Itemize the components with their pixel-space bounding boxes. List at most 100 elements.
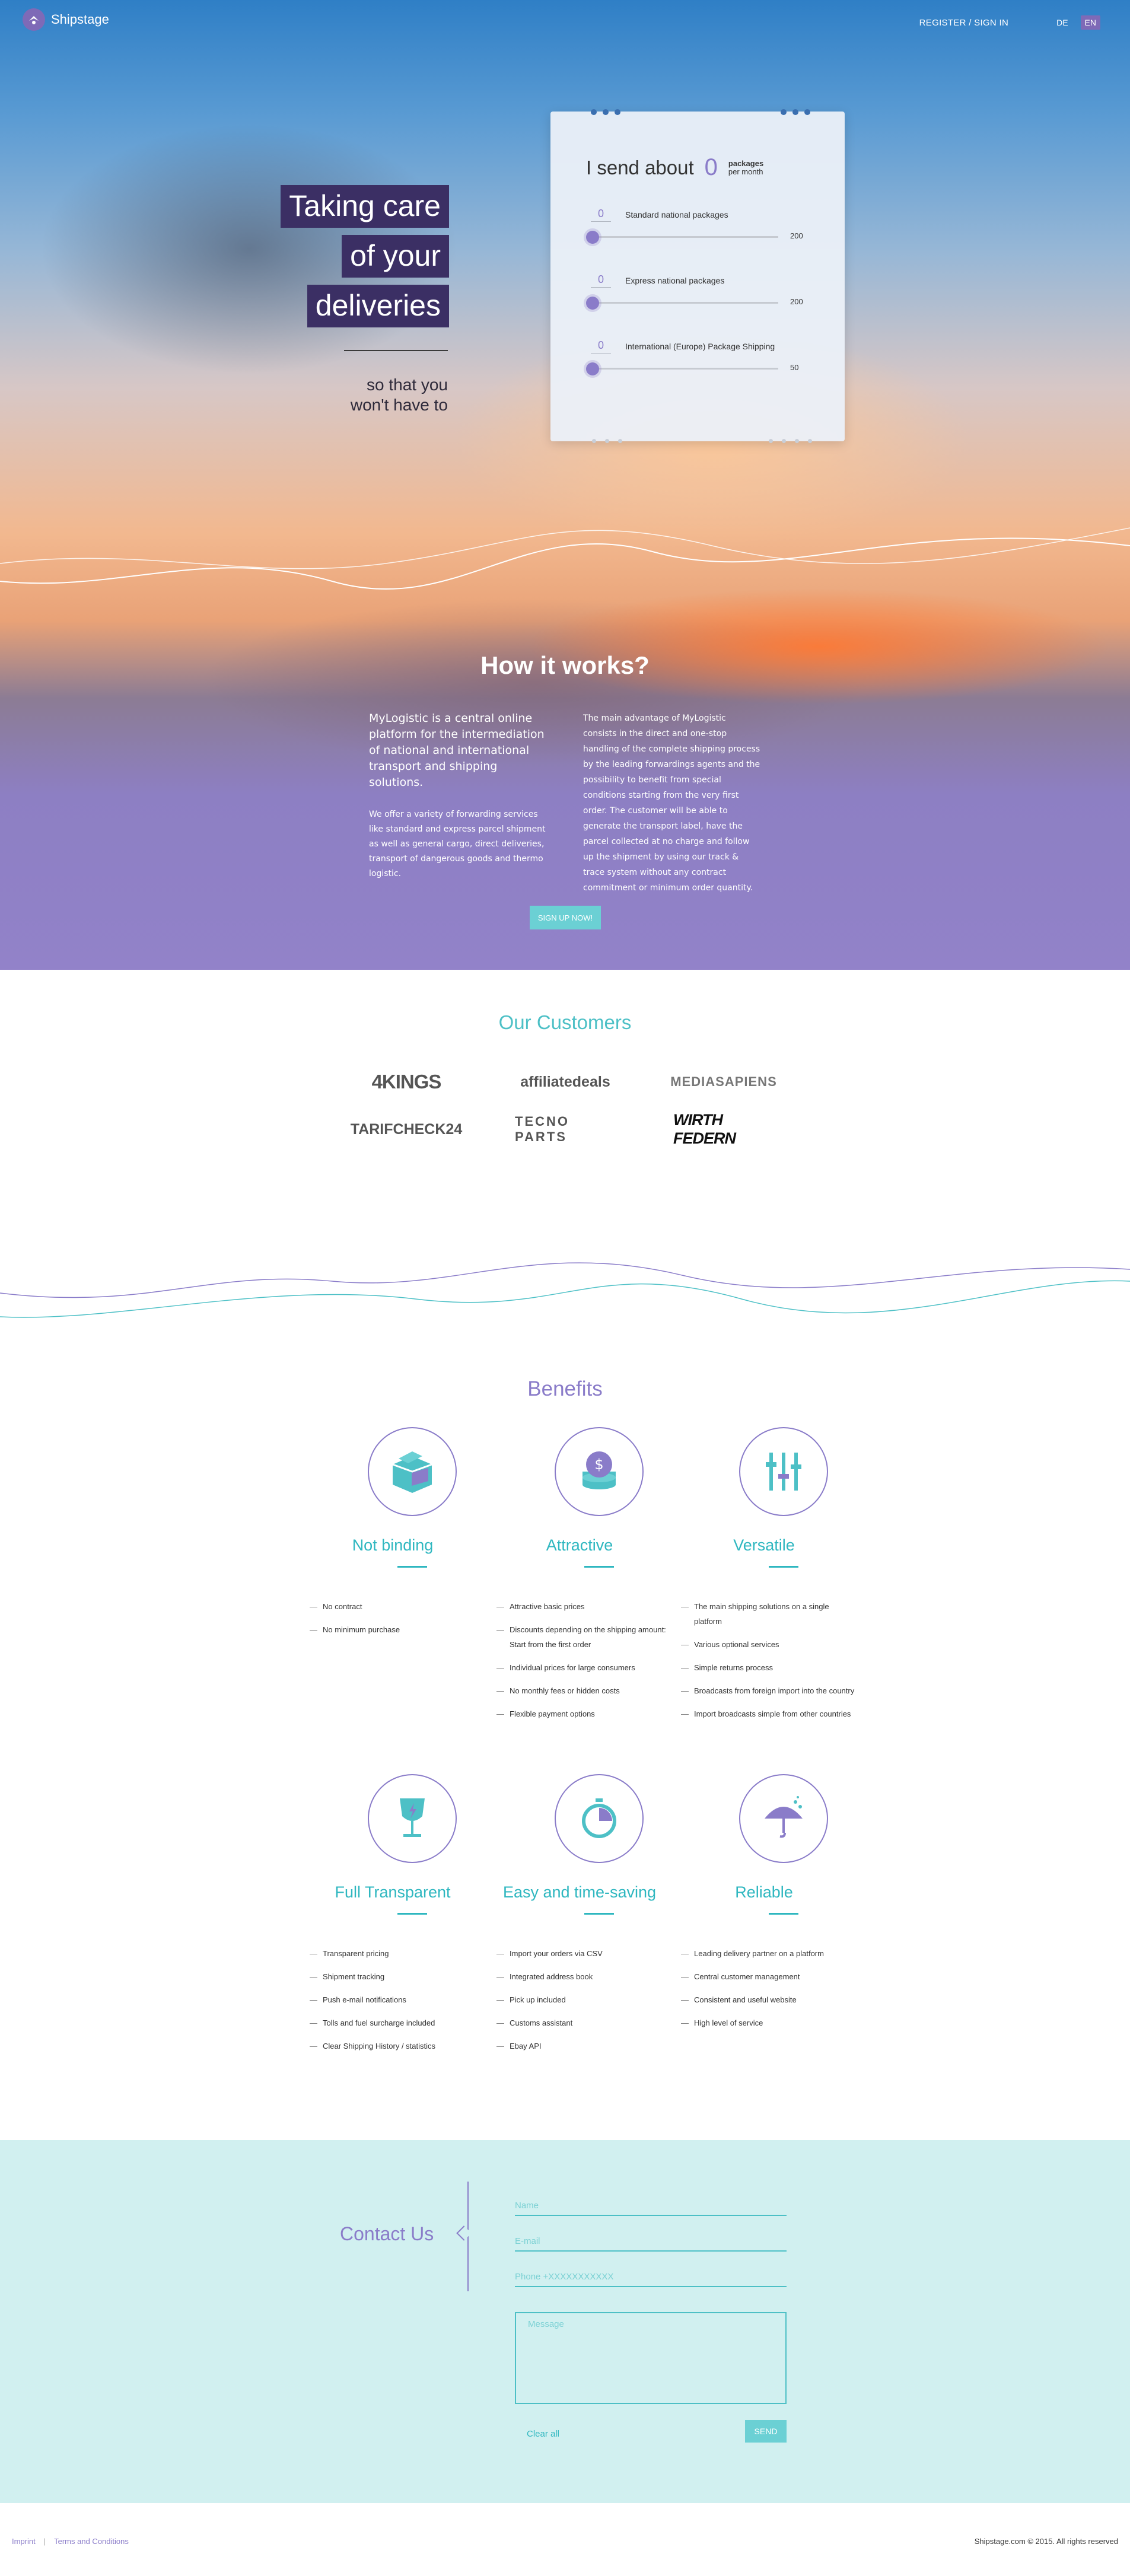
slider-track[interactable] (586, 231, 778, 244)
hero-wave-lines (0, 527, 1130, 590)
list-item: Ebay API (496, 2039, 674, 2053)
list-item: Import your orders via CSV (496, 1946, 674, 1961)
site-logo[interactable]: Shipstage (23, 8, 109, 31)
slider-knob[interactable] (586, 297, 599, 310)
list-item: Push e-mail notifications (310, 1992, 488, 2007)
how-left-paragraph: We offer a variety of forwarding service… (369, 810, 546, 878)
tagline-line-3: deliveries (307, 285, 449, 327)
terms-link[interactable]: Terms and Conditions (54, 2537, 129, 2546)
lang-de[interactable]: DE (1052, 15, 1072, 30)
copyright: Shipstage.com © 2015. All rights reserve… (974, 2537, 1118, 2546)
notepad-rings-bottom (550, 439, 845, 444)
benefit-rule (769, 1913, 798, 1915)
list-item: Central customer management (681, 1969, 859, 1984)
slider-knob[interactable] (586, 231, 599, 244)
list-item: High level of service (681, 2015, 859, 2030)
list-item: Flexible payment options (496, 1706, 674, 1721)
benefits-title: Benefits (527, 1377, 603, 1400)
customer-logo: 4KINGS (371, 1071, 442, 1093)
benefit-points: Attractive basic prices Discounts depend… (496, 1599, 674, 1730)
calculator-total: 0 (704, 154, 718, 180)
list-item: Individual prices for large consumers (496, 1660, 674, 1675)
benefit-title: Reliable (735, 1883, 793, 1901)
register-link[interactable]: REGISTER / SIGN IN (919, 18, 1008, 28)
imprint-link[interactable]: Imprint (12, 2537, 36, 2546)
slider-value[interactable]: 0 (591, 273, 611, 288)
sliders-icon (739, 1427, 828, 1516)
slider-track[interactable] (586, 362, 778, 375)
list-item: Pick up included (496, 1992, 674, 2007)
list-item: Customs assistant (496, 2015, 674, 2030)
tagline-line-2: of your (342, 235, 449, 278)
list-item: Tolls and fuel surcharge included (310, 2015, 488, 2030)
slider-max: 200 (790, 297, 803, 306)
benefit-title: Versatile (733, 1536, 795, 1554)
contact-section: Contact Us Clear all SEND (0, 2140, 1130, 2503)
notepad-rings-top (550, 109, 845, 115)
list-item: Leading delivery partner on a platform (681, 1946, 859, 1961)
footer-separator: | (43, 2537, 46, 2546)
customer-logo: WIRTH FEDERN (673, 1111, 736, 1147)
benefit-title: Full Transparent (335, 1883, 451, 1901)
list-item: Consistent and useful website (681, 1992, 859, 2007)
package-calculator: I send about 0 packages per month 0 Stand… (550, 109, 845, 444)
name-field[interactable] (515, 2196, 787, 2216)
hero-section: Shipstage REGISTER / SIGN IN DE EN Takin… (0, 0, 1130, 970)
benefit-rule (397, 1913, 427, 1915)
contact-title: Contact Us (340, 2223, 434, 2244)
slider-label: Express national packages (625, 276, 725, 285)
customer-logo: affiliatedeals (520, 1073, 610, 1090)
slider-max: 200 (790, 231, 803, 240)
benefit-title: Easy and time-saving (502, 1883, 657, 1901)
lang-en[interactable]: EN (1080, 15, 1100, 30)
how-it-works-left: MyLogistic is a central online platform … (369, 711, 547, 881)
section-wave-lines (0, 1262, 1130, 1318)
email-field[interactable] (515, 2231, 787, 2252)
stopwatch-icon (555, 1774, 644, 1863)
list-item: Attractive basic prices (496, 1599, 674, 1614)
slider-track[interactable] (586, 297, 778, 310)
slider-label: International (Europe) Package Shipping (625, 342, 775, 351)
tagline-divider (344, 350, 448, 351)
customers-title: Our Customers (498, 1011, 632, 1033)
phone-field[interactable] (515, 2267, 787, 2287)
subline-1: so that you (367, 375, 448, 394)
benefit-rule (769, 1566, 798, 1568)
benefit-rule (584, 1566, 614, 1568)
send-button[interactable]: SEND (745, 2420, 787, 2443)
signup-button[interactable]: SIGN UP NOW! (530, 906, 601, 929)
tagline-line-1: Taking care (281, 185, 449, 228)
benefit-points: The main shipping solutions on a single … (681, 1599, 859, 1730)
list-item: Shipment tracking (310, 1969, 488, 1984)
clear-all-link[interactable]: Clear all (527, 2429, 559, 2439)
slider-label: Standard national packages (625, 210, 728, 219)
list-item: Integrated address book (496, 1969, 674, 1984)
calculator-unit: packages per month (728, 158, 764, 176)
calculator-heading: I send about 0 packages per month (586, 154, 763, 181)
logo-icon (23, 8, 45, 31)
logo-text: Shipstage (51, 12, 109, 27)
list-item: Transparent pricing (310, 1946, 488, 1961)
customer-logo: MEDIASAPIENS (670, 1074, 777, 1089)
subline-2: won't have to (350, 396, 448, 414)
customer-logo: TARIFCHECK24 (350, 1120, 463, 1138)
slider-max: 50 (790, 363, 799, 372)
list-item: Clear Shipping History / statistics (310, 2039, 488, 2053)
benefit-points: Leading delivery partner on a platform C… (681, 1946, 859, 2039)
how-it-works-title: How it works? (480, 651, 650, 679)
benefit-points: Transparent pricing Shipment tracking Pu… (310, 1946, 488, 2062)
umbrella-icon (739, 1774, 828, 1863)
contact-divider-notch (456, 2225, 472, 2241)
hero-tagline: Taking care of your deliveries (281, 185, 449, 335)
box-icon (368, 1427, 457, 1516)
list-item: No minimum purchase (310, 1622, 488, 1637)
message-field[interactable] (515, 2312, 787, 2404)
benefit-rule (584, 1913, 614, 1915)
slider-value[interactable]: 0 (591, 208, 611, 222)
slider-knob[interactable] (586, 362, 599, 375)
footer-links: Imprint | Terms and Conditions (12, 2537, 129, 2546)
benefit-points: Import your orders via CSV Integrated ad… (496, 1946, 674, 2062)
slider-value[interactable]: 0 (591, 339, 611, 354)
customer-logo: TECNO PARTS (515, 1114, 569, 1144)
how-lead: MyLogistic is a central online platform … (369, 712, 545, 789)
